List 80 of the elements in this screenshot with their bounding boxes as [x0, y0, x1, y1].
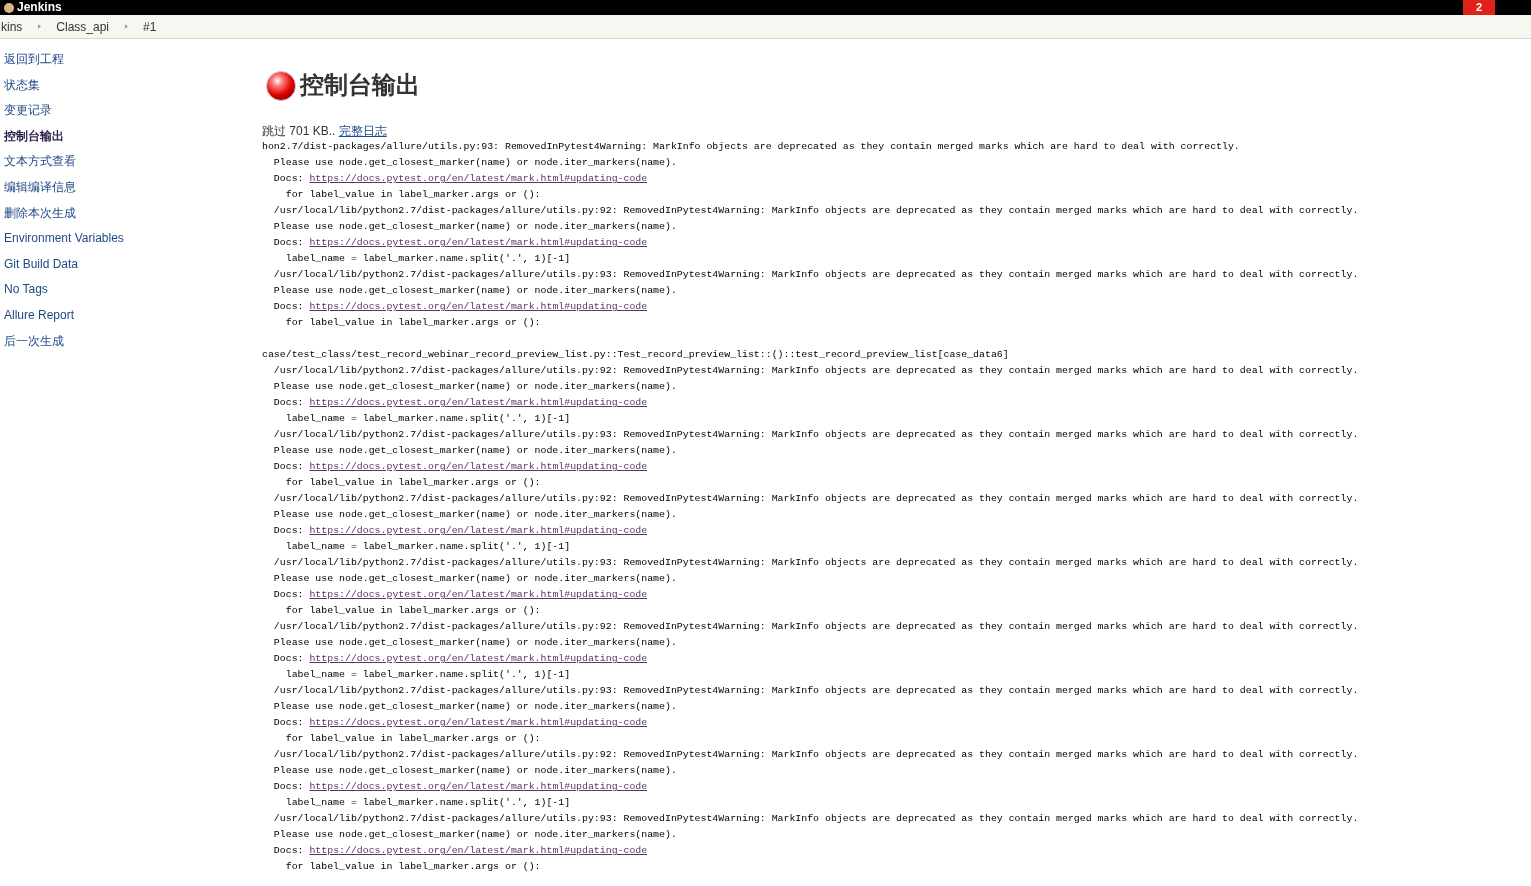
docs-link[interactable]: https://docs.pytest.org/en/latest/mark.html#updating-code [309, 717, 648, 728]
console-line: for label_value in label_marker.args or (): [284, 860, 542, 874]
console-line: /usr/local/lib/python2.7/dist-packages/allure/utils.py:92: RemovedInPytest4Warning: MarkInfo objects are deprecated as they contain merged marks which are hard to deal with correctly. [272, 364, 1360, 378]
breadcrumb-link[interactable]: kins [1, 19, 23, 34]
console-line: for label_value in label_marker.args or (): [284, 188, 542, 202]
console-text: Docs: [272, 653, 305, 664]
console-line: hon2.7/dist-packages/allure/utils.py:93: RemovedInPytest4Warning: MarkInfo objects are deprecated as they contain merged marks which are hard to deal with correctly. [262, 140, 1241, 154]
console-line: Please use node.get_closest_marker(name) or node.iter_markers(name). [272, 284, 678, 298]
notification-badge[interactable]: 2 [1463, 0, 1495, 15]
console-line: /usr/local/lib/python2.7/dist-packages/allure/utils.py:92: RemovedInPytest4Warning: MarkInfo objects are deprecated as they contain merged marks which are hard to deal with correctly. [272, 620, 1360, 634]
console-line: Please use node.get_closest_marker(name) or node.iter_markers(name). [272, 444, 678, 458]
sidebar-link[interactable]: 状态集 [0, 77, 40, 104]
breadcrumb-link[interactable]: #1 [143, 19, 157, 34]
sidebar-link[interactable]: 后一次生成 [0, 333, 64, 360]
console-text: Docs: [272, 781, 305, 792]
logo-text[interactable]: Jenkins [17, 0, 62, 15]
console-line: case/test_class/test_record_webinar_record_preview_list.py::Test_record_preview_list::()::test_record_preview_list[case_data6] [262, 348, 1010, 362]
breadcrumb-link[interactable]: Class_api [56, 19, 110, 34]
docs-link[interactable]: https://docs.pytest.org/en/latest/mark.html#updating-code [309, 237, 648, 248]
sidebar-link[interactable]: Git Build Data [0, 256, 79, 283]
console-line: for label_value in label_marker.args or (): [284, 604, 542, 618]
console-text: Docs: [272, 237, 305, 248]
console-line: /usr/local/lib/python2.7/dist-packages/allure/utils.py:93: RemovedInPytest4Warning: MarkInfo objects are deprecated as they contain merged marks which are hard to deal with correctly. [272, 556, 1360, 570]
console-line: label_name = label_marker.name.split('.', 1)[-1] [284, 668, 572, 682]
sidebar-link[interactable]: 删除本次生成 [0, 205, 76, 232]
console-line: Please use node.get_closest_marker(name) or node.iter_markers(name). [272, 700, 678, 714]
sidebar-link[interactable]: 文本方式查看 [0, 154, 76, 180]
console-text: Docs: [272, 397, 305, 408]
console-line: /usr/local/lib/python2.7/dist-packages/allure/utils.py:92: RemovedInPytest4Warning: MarkInfo objects are deprecated as they contain merged marks which are hard to deal with correctly. [272, 204, 1360, 218]
console-line: label_name = label_marker.name.split('.', 1)[-1] [284, 252, 572, 266]
console-text: Docs: [272, 589, 305, 600]
console-line: /usr/local/lib/python2.7/dist-packages/allure/utils.py:93: RemovedInPytest4Warning: MarkInfo objects are deprecated as they contain merged marks which are hard to deal with correctly. [272, 812, 1360, 826]
console-line: Please use node.get_closest_marker(name) or node.iter_markers(name). [272, 828, 678, 842]
docs-link[interactable]: https://docs.pytest.org/en/latest/mark.html#updating-code [309, 301, 648, 312]
console-line: Please use node.get_closest_marker(name) or node.iter_markers(name). [272, 380, 678, 394]
page-title: 控制台输出 [300, 70, 420, 100]
docs-link[interactable]: https://docs.pytest.org/en/latest/mark.html#updating-code [309, 461, 648, 472]
console-text: Docs: [272, 717, 305, 728]
console-text: Docs: [272, 461, 305, 472]
docs-link[interactable]: https://docs.pytest.org/en/latest/mark.html#updating-code [309, 525, 648, 536]
console-text: Docs: [272, 301, 305, 312]
console-text: Docs: [272, 525, 305, 536]
console-line: Please use node.get_closest_marker(name) or node.iter_markers(name). [272, 220, 678, 234]
docs-link[interactable]: https://docs.pytest.org/en/latest/mark.html#updating-code [309, 653, 648, 664]
console-line: label_name = label_marker.name.split('.', 1)[-1] [284, 796, 572, 810]
full-log-link[interactable]: 完整日志 [338, 124, 387, 138]
status-ball-icon [265, 69, 297, 101]
console-line: Please use node.get_closest_marker(name) or node.iter_markers(name). [272, 156, 678, 170]
console-line: Please use node.get_closest_marker(name) or node.iter_markers(name). [272, 572, 678, 586]
docs-link[interactable]: https://docs.pytest.org/en/latest/mark.html#updating-code [309, 173, 648, 184]
sidebar-link[interactable]: No Tags [0, 282, 48, 308]
console-line: /usr/local/lib/python2.7/dist-packages/allure/utils.py:93: RemovedInPytest4Warning: MarkInfo objects are deprecated as they contain merged marks which are hard to deal with correctly. [272, 268, 1360, 282]
logo-icon [4, 1, 14, 14]
console-line: label_name = label_marker.name.split('.', 1)[-1] [284, 540, 572, 554]
console-line: Please use node.get_closest_marker(name) or node.iter_markers(name). [272, 636, 678, 650]
sidebar-link[interactable]: 返回到工程 [0, 52, 64, 78]
docs-link[interactable]: https://docs.pytest.org/en/latest/mark.html#updating-code [309, 845, 648, 856]
console-line: /usr/local/lib/python2.7/dist-packages/allure/utils.py:92: RemovedInPytest4Warning: MarkInfo objects are deprecated as they contain merged marks which are hard to deal with correctly. [272, 492, 1360, 506]
sidebar-link[interactable]: Environment Variables [0, 231, 124, 257]
console-line: for label_value in label_marker.args or (): [284, 732, 542, 746]
docs-link[interactable]: https://docs.pytest.org/en/latest/mark.html#updating-code [309, 781, 648, 792]
chevron-icon [38, 24, 42, 29]
docs-link[interactable]: https://docs.pytest.org/en/latest/mark.html#updating-code [309, 589, 648, 600]
chevron-icon [125, 24, 129, 29]
console-line: /usr/local/lib/python2.7/dist-packages/allure/utils.py:93: RemovedInPytest4Warning: MarkInfo objects are deprecated as they contain merged marks which are hard to deal with correctly. [272, 684, 1360, 698]
skipped-notice: 跳过 701 KB.. 完整日志 [262, 123, 388, 139]
console-line: for label_value in label_marker.args or (): [284, 316, 542, 330]
sidebar-link[interactable]: Allure Report [0, 307, 75, 334]
console-line: Please use node.get_closest_marker(name) or node.iter_markers(name). [272, 508, 678, 522]
console-line: Please use node.get_closest_marker(name) or node.iter_markers(name). [272, 764, 678, 778]
console-text: Docs: [272, 845, 305, 856]
console-text: Docs: [272, 173, 305, 184]
console-line: /usr/local/lib/python2.7/dist-packages/allure/utils.py:92: RemovedInPytest4Warning: MarkInfo objects are deprecated as they contain merged marks which are hard to deal with correctly. [272, 748, 1360, 762]
sidebar-link[interactable]: 编辑编译信息 [0, 179, 76, 206]
console-line: label_name = label_marker.name.split('.', 1)[-1] [284, 412, 572, 426]
console-line: for label_value in label_marker.args or (): [284, 476, 542, 490]
sidebar-link[interactable]: 变更记录 [0, 103, 52, 129]
console-line: /usr/local/lib/python2.7/dist-packages/allure/utils.py:93: RemovedInPytest4Warning: MarkInfo objects are deprecated as they contain merged marks which are hard to deal with correctly. [272, 428, 1360, 442]
docs-link[interactable]: https://docs.pytest.org/en/latest/mark.html#updating-code [309, 397, 648, 408]
sidebar-link[interactable]: 控制台输出 [0, 128, 64, 155]
